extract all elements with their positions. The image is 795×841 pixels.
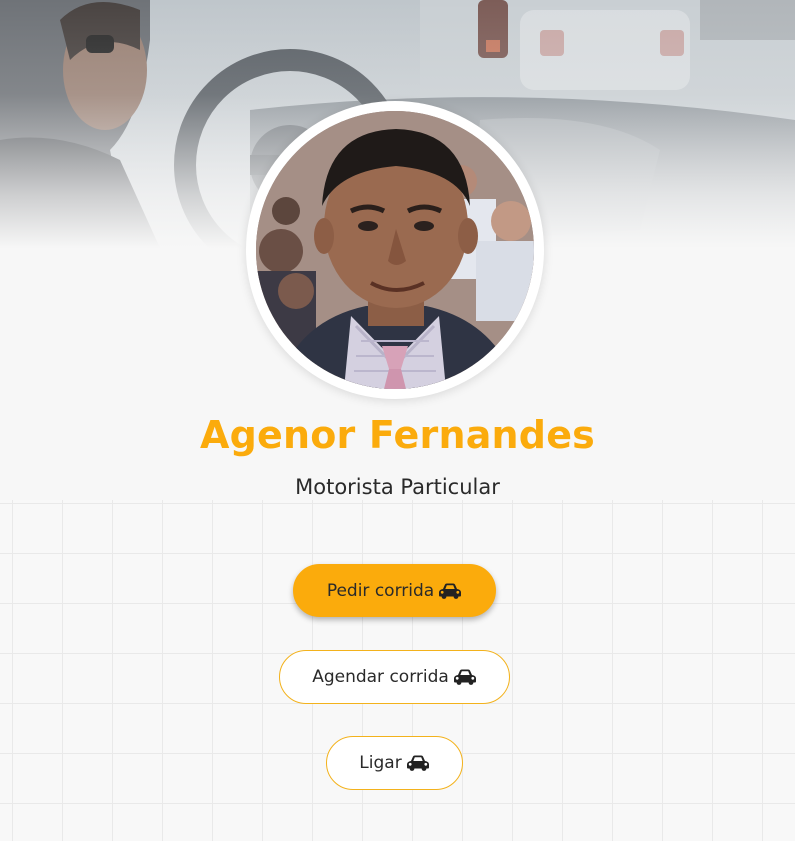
driver-role: Motorista Particular bbox=[295, 475, 500, 499]
driver-name: Agenor Fernandes bbox=[200, 413, 595, 457]
call-button[interactable]: Ligar bbox=[326, 736, 463, 790]
request-ride-label: Pedir corrida bbox=[326, 580, 435, 601]
car-icon bbox=[453, 669, 477, 685]
avatar bbox=[256, 111, 534, 389]
car-icon bbox=[406, 755, 430, 771]
schedule-ride-button[interactable]: Agendar corrida bbox=[279, 650, 510, 704]
schedule-ride-label: Agendar corrida bbox=[312, 667, 449, 687]
call-label: Ligar bbox=[359, 753, 402, 773]
request-ride-button[interactable]: Pedir corrida bbox=[293, 564, 496, 617]
car-icon bbox=[438, 583, 462, 599]
